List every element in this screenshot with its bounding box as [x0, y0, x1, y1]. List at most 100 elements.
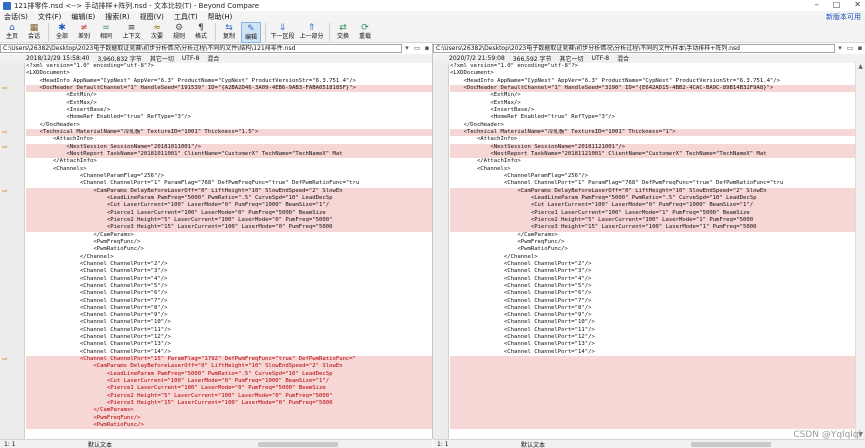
right-text-line[interactable]	[450, 414, 855, 423]
right-text-line[interactable]: <Channel ChannelPort="5"/>	[450, 283, 855, 290]
left-encoding[interactable]: UTF-8	[182, 55, 200, 62]
menu-edit[interactable]: 编辑(E)	[71, 12, 95, 22]
right-encoding[interactable]: UTF-8	[592, 55, 610, 62]
right-text-line[interactable]: <Pierce1 LaserCurrent="100" LaserMode="1…	[450, 209, 855, 217]
right-text-line[interactable]: <CamParams DelayBeforeLaserOff="0" LiftH…	[450, 187, 855, 195]
left-text-line[interactable]: <Channel ChannelPort="2"/>	[26, 261, 432, 268]
vertical-scrollbar[interactable]: ▲ ▼	[855, 63, 865, 439]
toolbar-button-10[interactable]: ✎ 编辑	[241, 22, 261, 43]
right-text-line[interactable]	[450, 392, 855, 401]
menu-session[interactable]: 会话(S)	[4, 12, 28, 22]
left-text-line[interactable]: <PwmRatioFunc/>	[26, 422, 432, 430]
update-available-link[interactable]: 新版本可用	[826, 12, 861, 22]
left-text-line[interactable]: <Channel ChannelPort="10"/>	[26, 319, 432, 326]
left-text-line[interactable]: <Cut LaserCurrent="100" LaserMode="0" Pu…	[26, 202, 432, 210]
right-save-icon[interactable]: ▪	[855, 44, 865, 53]
left-text-line[interactable]: <NestSession SessionName="20181011001"/>	[26, 143, 432, 151]
left-text-line[interactable]: <ChannelParamFlag="256"/>	[26, 173, 432, 180]
right-format[interactable]: 其它一切	[560, 54, 584, 63]
menu-file[interactable]: 文件(F)	[38, 12, 62, 22]
toolbar-button-11[interactable]: ⇓ 下一区段	[269, 22, 296, 43]
right-text-line[interactable]: </DocHeader>	[450, 122, 855, 129]
minimize-icon[interactable]: –	[815, 0, 819, 9]
left-text-line[interactable]: <LeadLineParam PwmFreq="5000" PwmRatio="…	[26, 370, 432, 379]
right-text-line[interactable]	[450, 378, 855, 386]
left-text-line[interactable]: <LXDDocument>	[26, 70, 432, 77]
right-text-line[interactable]: <NestReport TaskName="20181121001" Clien…	[450, 150, 855, 159]
copy-to-right-arrow-icon[interactable]: ⇨	[2, 128, 8, 136]
left-text-line[interactable]: <Channel ChannelPort="15" ParamFlag="179…	[26, 356, 432, 364]
toolbar-button-8[interactable]: ¶ 格式	[191, 22, 211, 43]
left-text-line[interactable]: <InsertBase/>	[26, 107, 432, 114]
toolbar-button-0[interactable]: ⌂ 主页	[2, 22, 22, 43]
left-text-line[interactable]: <Channel ChannelPort="6"/>	[26, 290, 432, 297]
left-text-line[interactable]: <Channel ChannelPort="11"/>	[26, 327, 432, 334]
right-text-line[interactable]: <ExtMin/>	[450, 92, 855, 99]
right-text-line[interactable]: <Pierce2 Height="5" LaserCurrent="100" L…	[450, 216, 855, 225]
toolbar-button-7[interactable]: ⚙ 规则	[169, 22, 189, 43]
menu-search[interactable]: 搜索(R)	[105, 12, 129, 22]
right-text-line[interactable]	[450, 363, 855, 371]
copy-to-right-arrow-icon[interactable]: ⇨	[2, 84, 8, 92]
left-text-line[interactable]: <Channel ChannelPort="8"/>	[26, 305, 432, 312]
left-text-line[interactable]: <Channel ChannelPort="1" ParamFlag="768"…	[26, 180, 432, 187]
left-text-line[interactable]: </CamParams>	[26, 232, 432, 239]
right-path-dropdown-icon[interactable]: ▾	[835, 44, 845, 53]
left-text-line[interactable]: <HomeRef Enabled="true" RefType="3"/>	[26, 114, 432, 121]
left-text-line[interactable]: <CamParams DelayBeforeLaserOff="0" LiftH…	[26, 363, 432, 371]
left-text-line[interactable]: <DocHeader DefaultChannel="1" HandleSeed…	[26, 84, 432, 93]
right-text-line[interactable]: <ExtMax/>	[450, 100, 855, 107]
copy-to-right-arrow-icon[interactable]: ⇨	[2, 187, 8, 195]
copy-to-right-arrow-icon[interactable]: ⇨	[2, 143, 8, 151]
right-text-line[interactable]: <Technical MaterialName="冷轧板" TextureID=…	[450, 128, 855, 137]
left-text-line[interactable]: <Channel ChannelPort="14"/>	[26, 349, 432, 356]
right-text-line[interactable]: <LXDDocument>	[450, 70, 855, 77]
right-text-line[interactable]: <Channel ChannelPort="12"/>	[450, 334, 855, 341]
menu-help[interactable]: 帮助(H)	[208, 12, 233, 22]
right-text-line[interactable]: <NestSession SessionName="20181121001"/>	[450, 143, 855, 151]
left-text-line[interactable]: <HeadInfo AppName="CypNest" AppVer="6.3"…	[26, 78, 432, 85]
right-line-ending[interactable]: 混合	[617, 54, 629, 63]
right-text-line[interactable]: <Channel ChannelPort="10"/>	[450, 319, 855, 326]
right-text-line[interactable]: </Channel>	[450, 254, 855, 261]
toolbar-button-14[interactable]: ⟳ 重载	[355, 22, 375, 43]
left-text-line[interactable]: <Channel ChannelPort="9"/>	[26, 312, 432, 319]
right-text-line[interactable]: <Channel ChannelPort="7"/>	[450, 298, 855, 305]
toolbar-button-4[interactable]: = 相同	[96, 22, 116, 43]
left-path-input[interactable]: C:\Users\26382\Desktop\2023电子数据取证竞赛\初步分析…	[0, 43, 402, 53]
right-text-line[interactable]: <Channel ChannelPort="4"/>	[450, 276, 855, 283]
left-text-line[interactable]: <LeadLineParam PwmFreq="5000" PwmRatio="…	[26, 194, 432, 203]
left-text-line[interactable]: </Channel>	[26, 254, 432, 261]
scroll-up-icon[interactable]: ▲	[856, 63, 865, 71]
right-text-line[interactable]: <HeadInfo AppName="CypNest" AppVer="6.3"…	[450, 78, 855, 85]
right-text-line[interactable]: <Cut LaserCurrent="100" LaserMode="0" Pu…	[450, 202, 855, 210]
left-text-line[interactable]: <AttachInfo>	[26, 136, 432, 143]
left-text-line[interactable]: <?xml version="1.0" encoding="utf-8"?>	[26, 63, 432, 70]
right-text-line[interactable]: <Channel ChannelPort="13"/>	[450, 341, 855, 348]
right-text-line[interactable]	[450, 422, 855, 430]
right-open-folder-icon[interactable]: ▭	[845, 44, 855, 53]
menu-view[interactable]: 视图(V)	[140, 12, 164, 22]
left-text-line[interactable]: <Pierce3 Height="15" LaserCurrent="100" …	[26, 224, 432, 232]
left-text-line[interactable]: <PwmRatioFunc/>	[26, 246, 432, 253]
left-text-line[interactable]: <Channel ChannelPort="7"/>	[26, 298, 432, 305]
right-text-line[interactable]	[450, 356, 855, 364]
left-path-dropdown-icon[interactable]: ▾	[402, 44, 412, 53]
toolbar-button-5[interactable]: ≡ 上下文	[118, 22, 145, 43]
menu-tools[interactable]: 工具(T)	[174, 12, 198, 22]
right-text-line[interactable]: <ChannelParamFlag="256"/>	[450, 173, 855, 180]
left-text-line[interactable]: <Pierce3 Height="15" LaserCurrent="100" …	[26, 400, 432, 408]
right-text-line[interactable]: <Channel ChannelPort="6"/>	[450, 290, 855, 297]
left-text-line[interactable]: <Channel ChannelPort="12"/>	[26, 334, 432, 341]
toolbar-button-12[interactable]: ⇑ 上一部分	[298, 22, 325, 43]
left-save-icon[interactable]: ▪	[422, 44, 432, 53]
toolbar-button-2[interactable]: ✱ 全部	[52, 22, 72, 43]
right-text-line[interactable]: <Channel ChannelPort="11"/>	[450, 327, 855, 334]
left-text-line[interactable]: <Channel ChannelPort="3"/>	[26, 268, 432, 275]
left-text-line[interactable]: <Technical MaterialName="冷轧板" TextureID=…	[26, 128, 432, 137]
right-text-line[interactable]	[450, 370, 855, 379]
copy-to-right-arrow-icon[interactable]: ⇨	[2, 356, 8, 363]
left-text-line[interactable]: </DocHeader>	[26, 122, 432, 129]
left-text-line[interactable]: <PwmFreqFunc/>	[26, 414, 432, 423]
right-text-line[interactable]	[450, 407, 855, 415]
